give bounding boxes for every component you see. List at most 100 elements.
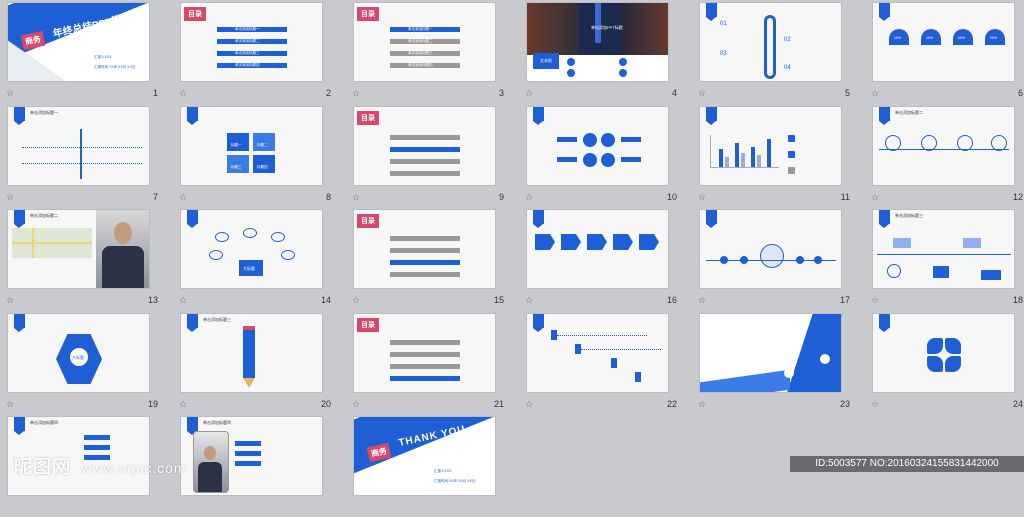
slide-preview[interactable]: 大标题: [7, 313, 150, 393]
slide-number: 10: [666, 192, 677, 202]
slide-number: 2: [325, 88, 331, 98]
slide-thumbnail[interactable]: 标题一 标题二 标题三 标题四 ☆ 8: [173, 104, 337, 207]
star-icon[interactable]: ☆: [352, 295, 360, 305]
star-icon[interactable]: ☆: [525, 295, 533, 305]
toc-item: 单击添加标题四: [390, 63, 460, 68]
slide-number: 22: [666, 399, 677, 409]
slide-thumbnail[interactable]: 10% 40% 60% 90% ☆ 6: [865, 0, 1024, 103]
star-icon[interactable]: ☆: [525, 192, 533, 202]
slide-thumbnail[interactable]: ☆ 22: [519, 311, 683, 414]
slide-preview[interactable]: [699, 106, 842, 186]
date-line: 汇报时间 XX年 XX月 XX日: [94, 65, 136, 69]
slide-thumbnail[interactable]: 目录 ☆ 21: [346, 311, 510, 414]
star-icon[interactable]: ☆: [698, 88, 706, 98]
slide-preview[interactable]: 10% 40% 60% 90%: [872, 2, 1015, 82]
slide-preview[interactable]: [872, 313, 1015, 393]
star-icon[interactable]: ☆: [698, 399, 706, 409]
star-icon[interactable]: ☆: [6, 88, 14, 98]
slide-thumbnail[interactable]: 商务 THANK YOU 汇报人XXX 汇报时间 XX年 XX月 XX日: [346, 414, 510, 517]
toc-item: 单击添加标题三: [217, 51, 287, 56]
slide-thumbnail[interactable]: 商务 年终总结PPT模板 汇报人XXX 汇报时间 XX年 XX月 XX日 ☆ 1: [0, 0, 164, 103]
slide-thumbnail[interactable]: 单击添加标题一 ☆ 7: [0, 104, 164, 207]
slide-preview[interactable]: 单击添加标题四: [180, 416, 323, 496]
star-icon[interactable]: ☆: [698, 192, 706, 202]
slide-preview[interactable]: 单击添加标题二: [7, 209, 150, 289]
slide-preview[interactable]: 目录: [353, 313, 496, 393]
slide-preview[interactable]: [699, 209, 842, 289]
slide-number: 5: [844, 88, 850, 98]
star-icon[interactable]: ☆: [179, 88, 187, 98]
slide-preview[interactable]: 目录 单击添加标题一 单击添加标题二 单击添加标题三 单击添加标题四: [353, 2, 496, 82]
user-badge-icon: [879, 314, 890, 332]
slide-preview[interactable]: [526, 106, 669, 186]
slide-preview[interactable]: 商务 年终总结PPT模板 汇报人XXX 汇报时间 XX年 XX月 XX日: [7, 2, 150, 82]
slide-preview[interactable]: 单击添加标题三: [872, 209, 1015, 289]
slide-thumbnail[interactable]: ☆ 16: [519, 207, 683, 310]
watermark-brand: 昵图网: [14, 457, 71, 477]
slide-number: 1: [152, 88, 158, 98]
slide-preview[interactable]: 文本框 单击添加PPT标题: [526, 2, 669, 82]
slide-preview[interactable]: 单击添加标题一: [7, 106, 150, 186]
slide-preview[interactable]: 大标题: [180, 209, 323, 289]
user-badge-icon: [187, 210, 198, 228]
watermark: 昵图网 www.nipic.com: [14, 453, 187, 479]
slide-thumbnail[interactable]: 目录 ☆ 9: [346, 104, 510, 207]
star-icon[interactable]: ☆: [6, 399, 14, 409]
slide-thumbnail[interactable]: 单击添加标题四: [173, 414, 337, 517]
star-icon[interactable]: ☆: [179, 399, 187, 409]
star-icon[interactable]: ☆: [352, 88, 360, 98]
user-badge-icon: [187, 417, 198, 435]
slide-preview[interactable]: 标题一 标题二 标题三 标题四: [180, 106, 323, 186]
slide-thumbnail[interactable]: 单击添加标题二 ☆ 13: [0, 207, 164, 310]
slide-preview[interactable]: [526, 209, 669, 289]
slide-preview[interactable]: [699, 313, 842, 393]
slide-preview[interactable]: 目录: [353, 106, 496, 186]
slide-thumbnail[interactable]: ☆ 17: [692, 207, 856, 310]
slide-thumbnail[interactable]: 单击添加标题二 ☆ 12: [865, 104, 1024, 207]
star-icon[interactable]: ☆: [179, 295, 187, 305]
slide-thumbnail[interactable]: 目录 单击添加标题一 单击添加标题二 单击添加标题三 单击添加标题四 ☆ 3: [346, 0, 510, 103]
star-icon[interactable]: ☆: [6, 192, 14, 202]
slide-number: 20: [320, 399, 331, 409]
title-tag: 商务: [20, 30, 46, 51]
slide-preview[interactable]: 目录 单击添加标题一 单击添加标题二 单击添加标题三 单击添加标题四: [180, 2, 323, 82]
slide-number: 3: [498, 88, 504, 98]
user-badge-icon: [14, 107, 25, 125]
slide-thumbnail[interactable]: 单击添加标题三 ☆ 18: [865, 207, 1024, 310]
slide-thumbnail[interactable]: 单击添加标题三 ☆ 20: [173, 311, 337, 414]
slide-thumbnail[interactable]: 目录 单击添加标题一 单击添加标题二 单击添加标题三 单击添加标题四 ☆ 2: [173, 0, 337, 103]
star-icon[interactable]: ☆: [352, 399, 360, 409]
slide-thumbnail[interactable]: 文本框 单击添加PPT标题 ☆ 4: [519, 0, 683, 103]
toc-item: 单击添加标题二: [217, 39, 287, 44]
slide-preview[interactable]: 商务 THANK YOU 汇报人XXX 汇报时间 XX年 XX月 XX日: [353, 416, 496, 496]
star-icon[interactable]: ☆: [698, 295, 706, 305]
star-icon[interactable]: ☆: [525, 399, 533, 409]
star-icon[interactable]: ☆: [871, 88, 879, 98]
slide-thumbnail[interactable]: 01 02 03 04 ☆ 5: [692, 0, 856, 103]
presenter-line: 汇报人XXX: [434, 469, 452, 473]
slide-number: 24: [1012, 399, 1023, 409]
star-icon[interactable]: ☆: [179, 192, 187, 202]
slide-preview[interactable]: 目录: [353, 209, 496, 289]
slide-thumbnail[interactable]: 大标题 ☆ 19: [0, 311, 164, 414]
toc-label: 目录: [357, 318, 379, 332]
star-icon[interactable]: ☆: [871, 295, 879, 305]
slide-thumbnail[interactable]: ☆ 11: [692, 104, 856, 207]
star-icon[interactable]: ☆: [6, 295, 14, 305]
slide-preview[interactable]: [526, 313, 669, 393]
slide-thumbnail[interactable]: ☆ 10: [519, 104, 683, 207]
star-icon[interactable]: ☆: [525, 88, 533, 98]
slide-preview[interactable]: 单击添加标题三: [180, 313, 323, 393]
star-icon[interactable]: ☆: [871, 399, 879, 409]
user-badge-icon: [706, 107, 717, 125]
star-icon[interactable]: ☆: [352, 192, 360, 202]
slide-thumbnail[interactable]: 大标题 ☆ 14: [173, 207, 337, 310]
slide-preview[interactable]: 单击添加标题二: [872, 106, 1015, 186]
slide-thumbnail[interactable]: ☆ 23: [692, 311, 856, 414]
slide-thumbnail[interactable]: 目录 ☆ 15: [346, 207, 510, 310]
slide-thumbnail[interactable]: ☆ 24: [865, 311, 1024, 414]
toc-label: 目录: [357, 214, 379, 228]
slide-preview[interactable]: 01 02 03 04: [699, 2, 842, 82]
star-icon[interactable]: ☆: [871, 192, 879, 202]
user-badge-icon: [879, 3, 890, 21]
